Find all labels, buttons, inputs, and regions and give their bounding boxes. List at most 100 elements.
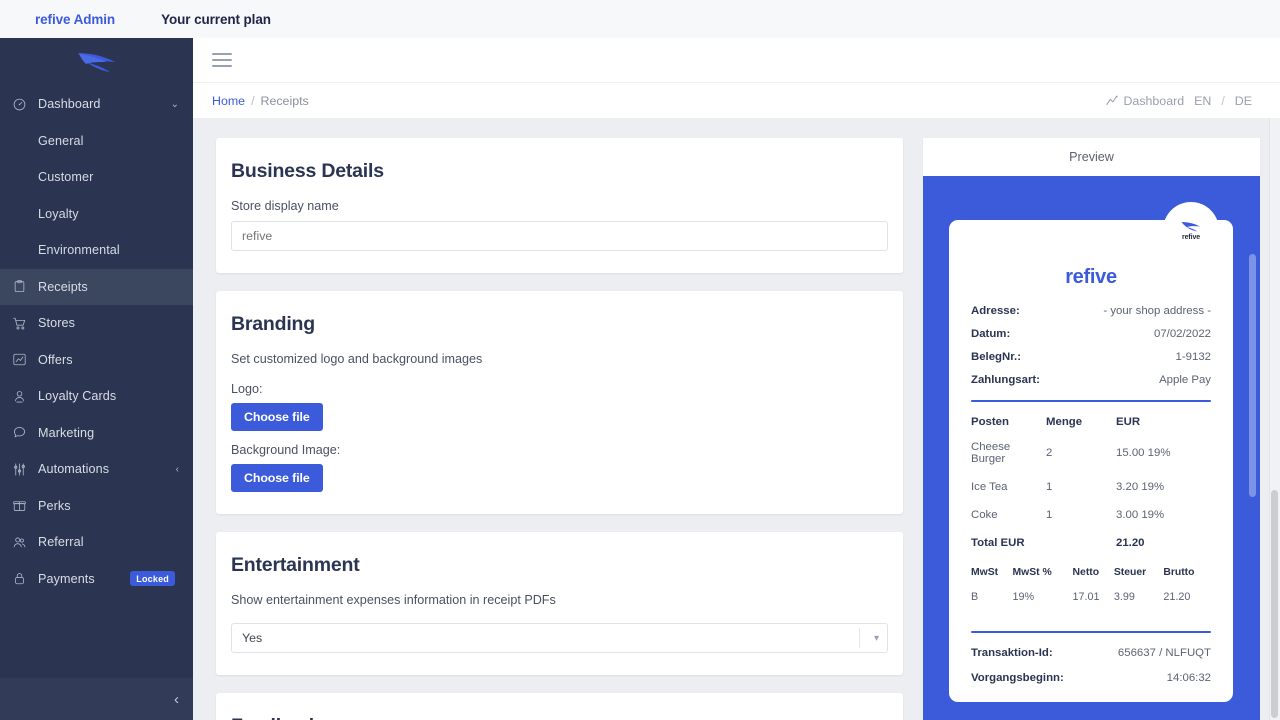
sidebar-item-label: Offers xyxy=(38,352,73,367)
page-scrollbar-thumb[interactable] xyxy=(1271,490,1278,718)
lang-de-button[interactable]: DE xyxy=(1235,94,1252,108)
sidebar-item-label: Marketing xyxy=(38,425,95,440)
sidebar-item-label: Environmental xyxy=(38,243,120,258)
logo-label: Logo: xyxy=(231,382,263,396)
receipt-meta-key: Datum: xyxy=(971,328,1011,340)
receipt-item-amount: 15.00 19% xyxy=(1116,447,1171,459)
sidebar-item-customer[interactable]: Customer xyxy=(0,159,193,196)
background-choose-file-button[interactable]: Choose file xyxy=(231,464,323,492)
business-details-title: Business Details xyxy=(231,160,384,182)
main-header xyxy=(193,38,1280,82)
receipt-tax-netto: 17.01 xyxy=(1072,591,1100,603)
receipt-items-col-header: EUR xyxy=(1116,416,1141,428)
receipt-meta-key: Zahlungsart: xyxy=(971,374,1040,386)
preview-body: refive refive Adresse: - your shop addres… xyxy=(923,176,1260,720)
entertainment-select[interactable]: Yes xyxy=(231,623,888,653)
branding-subtitle: Set customized logo and background image… xyxy=(231,352,483,366)
receipt-items-col-header: Posten xyxy=(971,416,1009,428)
receipt-meta-row: Adresse: - your shop address - xyxy=(971,305,1211,317)
receipt-item-amount: 3.00 19% xyxy=(1116,509,1165,521)
current-plan-label[interactable]: Your current plan xyxy=(161,12,271,27)
sliders-icon xyxy=(12,462,38,477)
sidebar-item-general[interactable]: General xyxy=(0,123,193,160)
hamburger-bar xyxy=(212,52,232,56)
sidebar-item-payments[interactable]: Payments Locked xyxy=(0,561,193,598)
sidebar-item-label: Payments xyxy=(38,571,95,586)
brand-admin-link[interactable]: refive Admin xyxy=(35,12,115,27)
sidebar-item-marketing[interactable]: Marketing xyxy=(0,415,193,452)
chart-line-icon xyxy=(12,352,38,367)
sidebar-item-loyalty-cards[interactable]: Loyalty Cards xyxy=(0,378,193,415)
sidebar-item-receipts[interactable]: Receipts xyxy=(0,268,193,305)
receipt-footer-row: Vorgangsbeginn: 14:06:32 xyxy=(971,672,1211,684)
receipt-meta-row: Datum: 07/02/2022 xyxy=(971,328,1211,340)
top-plan-bar: refive Admin Your current plan xyxy=(0,0,1280,38)
receipt-tax-pct: 19% xyxy=(1012,591,1035,603)
content-area: Business Details Store display name Bran… xyxy=(193,118,1280,720)
breadcrumb-home-link[interactable]: Home xyxy=(212,94,245,108)
receipt-items-col-header: Menge xyxy=(1046,416,1083,428)
breadcrumb-bar: Home / Receipts Dashboard EN / DE xyxy=(193,82,1280,118)
receipt-meta-value: 1-9132 xyxy=(1175,351,1211,363)
receipt-item-name: Coke xyxy=(971,509,998,521)
preview-scrollbar-thumb[interactable] xyxy=(1249,254,1256,497)
chevron-left-icon[interactable]: ‹ xyxy=(176,464,179,475)
sidebar-item-label: Dashboard xyxy=(38,97,101,112)
receipt-meta-list: Adresse: - your shop address - Datum: 07/02… xyxy=(971,305,1211,386)
sidebar-item-offers[interactable]: Offers xyxy=(0,342,193,379)
lang-en-button[interactable]: EN xyxy=(1194,94,1211,108)
hamburger-icon[interactable] xyxy=(212,52,232,68)
receipt-items-table: Posten Menge EUR Cheese Burger 2 15.00 19% Ic… xyxy=(971,416,1211,565)
sidebar-collapse-button[interactable]: ‹ xyxy=(0,678,193,720)
receipt-tax-col-header: Steuer xyxy=(1113,567,1147,578)
select-divider xyxy=(859,628,860,648)
hamburger-bar xyxy=(212,58,232,62)
breadcrumb-current: Receipts xyxy=(260,93,309,108)
refive-bird-logo-icon xyxy=(1181,221,1200,231)
entertainment-select-wrap: Yes ▾ xyxy=(231,623,888,653)
receipt-tax-col-header: Netto xyxy=(1072,567,1100,578)
sidebar-item-environmental[interactable]: Environmental xyxy=(0,232,193,269)
chevron-down-icon[interactable]: ▾ xyxy=(874,623,879,653)
receipt-meta-value: Apple Pay xyxy=(1159,374,1211,386)
receipt-meta-value: 07/02/2022 xyxy=(1153,328,1211,340)
header-right-actions: Dashboard EN / DE xyxy=(1106,94,1252,108)
sidebar-item-referral[interactable]: Referral xyxy=(0,524,193,561)
chevron-down-icon[interactable]: ⌄ xyxy=(171,99,179,110)
preview-header-label: Preview xyxy=(923,138,1260,176)
sidebar-item-label: Loyalty xyxy=(38,206,79,221)
receipt-item-amount: 3.20 19% xyxy=(1116,481,1165,493)
sidebar-logo[interactable] xyxy=(0,38,193,86)
feedback-title: Feedback xyxy=(231,715,888,720)
sidebar-item-loyalty[interactable]: Loyalty xyxy=(0,196,193,233)
sidebar-item-label: Loyalty Cards xyxy=(38,389,117,404)
header-dashboard-link[interactable]: Dashboard xyxy=(1106,94,1184,108)
receipt-tax-col-header: Brutto xyxy=(1163,567,1195,578)
receipt-divider xyxy=(971,400,1211,402)
sidebar-item-perks[interactable]: Perks xyxy=(0,488,193,525)
receipt-tax-steuer: 3.99 xyxy=(1113,591,1135,603)
refive-bird-logo-icon xyxy=(77,53,115,72)
receipt-total-label: Total EUR xyxy=(971,537,1025,549)
branding-card: Branding Set customized logo and backgro… xyxy=(216,291,903,514)
sidebar-item-label: Customer xyxy=(38,170,94,185)
sidebar-item-automations[interactable]: Automations ‹ xyxy=(0,451,193,488)
gift-icon xyxy=(12,498,38,513)
sidebar-item-stores[interactable]: Stores xyxy=(0,305,193,342)
receipt-item-row: Ice Tea 1 3.20 19% xyxy=(971,481,1211,509)
sidebar-item-dashboard[interactable]: Dashboard ⌄ xyxy=(0,86,193,123)
business-details-card: Business Details Store display name xyxy=(216,138,903,273)
sidebar-item-label: Receipts xyxy=(38,279,88,294)
receipt-divider-bottom xyxy=(971,631,1211,633)
logo-choose-file-button[interactable]: Choose file xyxy=(231,403,323,431)
sidebar-item-label: Stores xyxy=(38,316,75,331)
receipt-footer-key: Transaktion-Id: xyxy=(971,647,1053,659)
sidebar: Dashboard ⌄ General Customer Loyalty Environm… xyxy=(0,38,193,720)
sidebar-item-label: General xyxy=(38,133,84,148)
breadcrumb: Home / Receipts xyxy=(212,94,309,108)
store-display-name-input[interactable] xyxy=(231,221,888,251)
background-image-label: Background Image: xyxy=(231,443,341,457)
header-dashboard-label: Dashboard xyxy=(1123,93,1185,108)
receipt-logo-badge-text: refive xyxy=(1181,233,1201,241)
receipt-meta-row: Zahlungsart: Apple Pay xyxy=(971,374,1211,386)
